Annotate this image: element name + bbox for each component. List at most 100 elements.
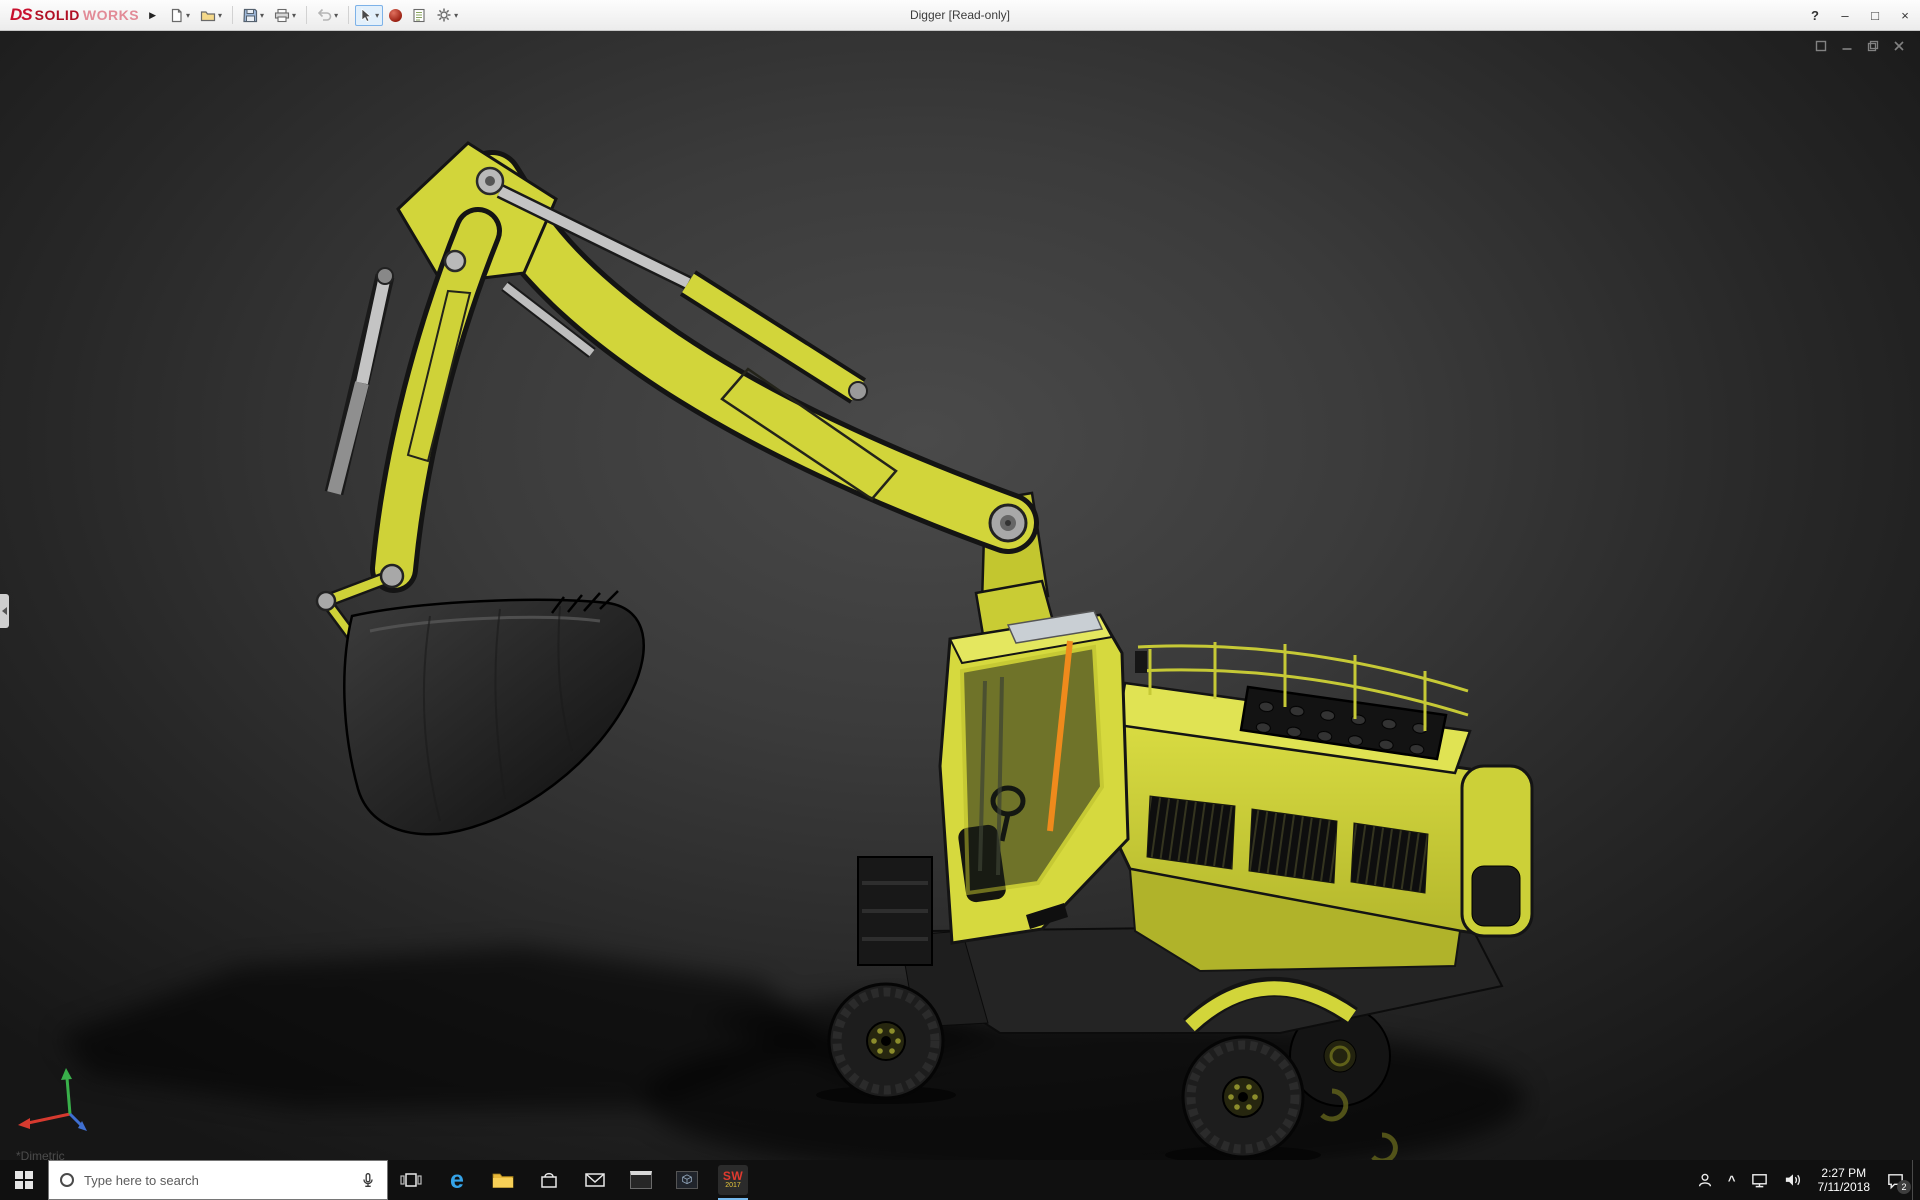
taskbar-search[interactable] bbox=[48, 1160, 388, 1200]
undo-button[interactable]: ▾ bbox=[313, 5, 342, 26]
mail-button[interactable] bbox=[572, 1160, 618, 1200]
dropdown-icon[interactable]: ▾ bbox=[375, 11, 379, 20]
volume-button[interactable] bbox=[1776, 1160, 1809, 1200]
doc-close-icon[interactable] bbox=[1891, 38, 1906, 53]
window-controls: ? – □ × bbox=[1800, 0, 1920, 31]
solidworks-icon-year: 2017 bbox=[725, 1182, 741, 1190]
side-vent bbox=[1147, 796, 1235, 869]
print-icon bbox=[274, 8, 290, 23]
cube-app-icon bbox=[676, 1171, 698, 1189]
select-button[interactable]: ▾ bbox=[355, 5, 383, 26]
bucket[interactable] bbox=[344, 591, 643, 834]
volume-icon bbox=[1783, 1171, 1802, 1189]
people-button[interactable] bbox=[1689, 1160, 1721, 1200]
start-button[interactable] bbox=[0, 1160, 48, 1200]
toolbar-separator bbox=[232, 6, 233, 24]
cab[interactable] bbox=[940, 611, 1128, 943]
triad-x-axis[interactable] bbox=[18, 1114, 70, 1129]
dropdown-icon[interactable]: ▾ bbox=[334, 11, 338, 20]
doc-restore-icon[interactable] bbox=[1865, 38, 1880, 53]
upper-body[interactable] bbox=[1112, 642, 1532, 971]
toolbar: ▾ ▾ ▾ ▾ bbox=[164, 4, 463, 26]
close-button[interactable]: × bbox=[1890, 0, 1920, 31]
network-icon bbox=[1750, 1171, 1769, 1189]
menu-expand-icon[interactable]: ▶ bbox=[149, 10, 156, 21]
new-document-button[interactable]: ▾ bbox=[165, 5, 194, 26]
people-icon bbox=[1696, 1171, 1714, 1189]
options-button[interactable]: ▾ bbox=[432, 4, 462, 26]
file-explorer-icon bbox=[491, 1170, 515, 1190]
document-properties-button[interactable] bbox=[408, 5, 430, 26]
open-folder-icon bbox=[200, 8, 216, 23]
network-button[interactable] bbox=[1743, 1160, 1776, 1200]
open-button[interactable]: ▾ bbox=[196, 5, 226, 26]
file-explorer-button[interactable] bbox=[480, 1160, 526, 1200]
rear-window bbox=[1472, 866, 1520, 926]
exhaust bbox=[1135, 651, 1147, 673]
edge-icon: e bbox=[450, 1166, 464, 1195]
solidworks-logo-works: WORKS bbox=[83, 7, 139, 23]
boom-assembly[interactable] bbox=[317, 143, 1064, 677]
store-button[interactable] bbox=[526, 1160, 572, 1200]
save-icon bbox=[243, 8, 258, 23]
taskbar-clock[interactable]: 2:27 PM 7/11/2018 bbox=[1809, 1160, 1880, 1200]
dropdown-icon[interactable]: ▾ bbox=[186, 11, 190, 20]
microphone-icon[interactable] bbox=[359, 1171, 377, 1189]
help-button[interactable]: ? bbox=[1800, 0, 1830, 31]
task-view-button[interactable] bbox=[388, 1160, 434, 1200]
new-document-icon bbox=[169, 8, 184, 23]
clock-date: 7/11/2018 bbox=[1818, 1180, 1871, 1194]
console-app-button[interactable] bbox=[618, 1160, 664, 1200]
document-window-controls bbox=[1813, 38, 1906, 53]
gear-icon bbox=[436, 7, 452, 23]
appearance-ball-icon bbox=[389, 9, 402, 22]
doc-minimize-icon[interactable] bbox=[1839, 38, 1854, 53]
clock-time: 2:27 PM bbox=[1821, 1166, 1866, 1180]
solidworks-logo: DS SOLID WORKS bbox=[10, 5, 139, 25]
save-button[interactable]: ▾ bbox=[239, 5, 268, 26]
solidworks-app-button[interactable]: SW 2017 bbox=[710, 1160, 756, 1200]
viewer-app-button[interactable] bbox=[664, 1160, 710, 1200]
select-cursor-icon bbox=[359, 8, 373, 23]
view-orientation-label: *Dimetric bbox=[16, 1149, 65, 1160]
search-input[interactable] bbox=[84, 1173, 350, 1188]
dropdown-icon[interactable]: ▾ bbox=[454, 11, 458, 20]
feature-panel-collapse-tab[interactable] bbox=[0, 594, 9, 628]
bucket-cylinder[interactable] bbox=[334, 268, 393, 493]
system-tray: ^ 2:27 PM 7/11/2018 2 bbox=[1689, 1160, 1920, 1200]
task-view-icon bbox=[400, 1170, 422, 1190]
print-button[interactable]: ▾ bbox=[270, 5, 300, 26]
appearance-button[interactable] bbox=[385, 6, 406, 25]
toolbar-separator bbox=[348, 6, 349, 24]
taskbar: e bbox=[0, 1160, 1920, 1200]
dropdown-icon[interactable]: ▾ bbox=[260, 11, 264, 20]
solidworks-logo-mark: DS bbox=[10, 5, 32, 25]
doc-window-icon[interactable] bbox=[1813, 38, 1828, 53]
toolbar-separator bbox=[306, 6, 307, 24]
side-vent bbox=[1249, 809, 1337, 883]
minimize-button[interactable]: – bbox=[1830, 0, 1860, 31]
action-center-button[interactable]: 2 bbox=[1879, 1160, 1912, 1200]
excavator-model[interactable] bbox=[0, 31, 1920, 1160]
show-desktop-button[interactable] bbox=[1912, 1160, 1920, 1200]
side-vent bbox=[1351, 823, 1428, 893]
tray-overflow-button[interactable]: ^ bbox=[1721, 1160, 1743, 1200]
notification-badge: 2 bbox=[1897, 1180, 1911, 1194]
edge-button[interactable]: e bbox=[434, 1160, 480, 1200]
solidworks-icon-text: SW bbox=[723, 1170, 743, 1182]
solidworks-logo-solid: SOLID bbox=[35, 7, 80, 23]
maximize-button[interactable]: □ bbox=[1860, 0, 1890, 31]
dropdown-icon[interactable]: ▾ bbox=[218, 11, 222, 20]
reference-triad[interactable] bbox=[12, 1066, 96, 1142]
solidworks-app-icon: SW 2017 bbox=[718, 1165, 748, 1195]
triad-z-axis[interactable] bbox=[70, 1114, 87, 1131]
titlebar: DS SOLID WORKS ▶ ▾ ▾ ▾ bbox=[0, 0, 1920, 31]
front-steps[interactable] bbox=[858, 857, 932, 965]
dropdown-icon[interactable]: ▾ bbox=[292, 11, 296, 20]
collapse-arrow-icon bbox=[2, 607, 7, 615]
store-icon bbox=[538, 1169, 560, 1191]
triad-y-axis[interactable] bbox=[61, 1068, 72, 1114]
graphics-viewport[interactable]: *Dimetric bbox=[0, 31, 1920, 1160]
taskbar-app-icons: e bbox=[388, 1160, 756, 1200]
windows-logo-icon bbox=[15, 1171, 33, 1189]
